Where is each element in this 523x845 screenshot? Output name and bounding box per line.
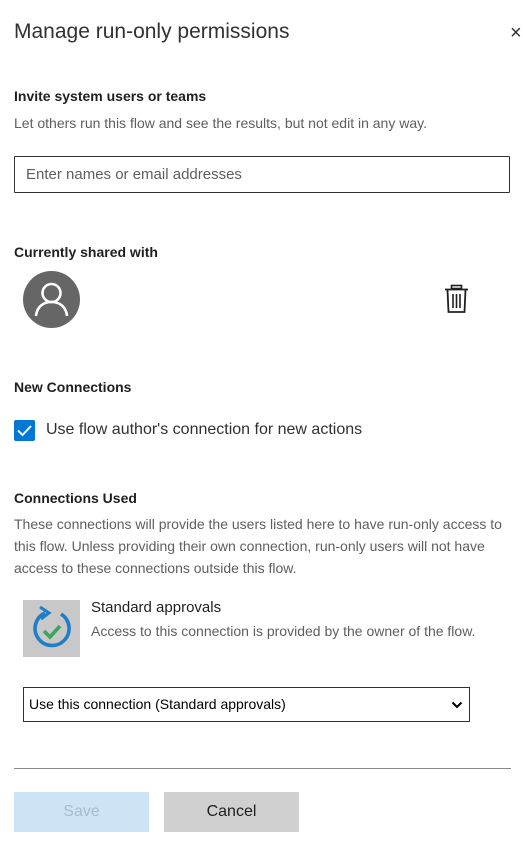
footer-divider	[14, 768, 511, 769]
avatar	[23, 271, 80, 328]
connections-used-description: These connections will provide the users…	[14, 516, 502, 576]
invite-heading: Invite system users or teams	[14, 88, 207, 104]
author-connection-checkbox[interactable]	[14, 420, 35, 441]
chevron-down-icon	[451, 701, 463, 709]
connection-icon-tile	[23, 600, 80, 657]
approvals-icon	[33, 605, 71, 648]
trash-icon	[445, 284, 468, 313]
invite-search-input[interactable]	[14, 156, 510, 193]
invite-description: Let others run this flow and see the res…	[14, 115, 427, 131]
connection-name: Standard approvals	[91, 599, 222, 616]
delete-share-button[interactable]	[444, 284, 469, 314]
new-connections-heading: New Connections	[14, 379, 132, 395]
author-connection-label[interactable]: Use flow author's connection for new act…	[46, 421, 362, 439]
panel-title: Manage run-only permissions	[14, 20, 290, 43]
connection-description: Access to this connection is provided by…	[91, 623, 476, 639]
cancel-button[interactable]: Cancel	[164, 792, 299, 832]
connection-select[interactable]: Use this connection (Standard approvals)	[23, 687, 470, 722]
shared-heading: Currently shared with	[14, 244, 158, 260]
connection-select-value: Use this connection (Standard approvals)	[29, 696, 286, 712]
connections-used-heading: Connections Used	[14, 490, 137, 506]
close-icon[interactable]: ×	[510, 20, 523, 46]
person-icon	[34, 282, 69, 317]
save-button[interactable]: Save	[14, 792, 149, 832]
checkmark-icon	[17, 425, 32, 437]
